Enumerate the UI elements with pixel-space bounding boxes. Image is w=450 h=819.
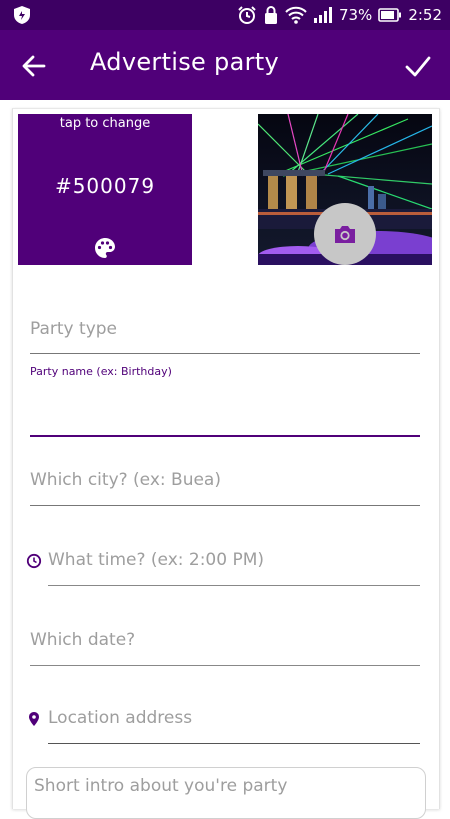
location-field[interactable]: Location address xyxy=(48,706,420,746)
date-placeholder: Which date? xyxy=(30,630,136,650)
date-underline xyxy=(30,665,420,666)
time-underline xyxy=(48,585,420,586)
clock-icon xyxy=(26,553,42,569)
shield-icon xyxy=(14,6,30,24)
location-underline xyxy=(48,743,420,744)
city-placeholder: Which city? (ex: Buea) xyxy=(30,470,221,490)
check-icon[interactable] xyxy=(404,52,432,80)
app-bar: Advertise party xyxy=(0,30,450,100)
status-bar: 73% 2:52 xyxy=(0,0,450,30)
battery-percent: 73% xyxy=(338,6,373,24)
back-arrow-icon[interactable] xyxy=(20,52,48,80)
date-field[interactable]: Which date? xyxy=(30,628,420,668)
location-pin-icon xyxy=(29,712,39,726)
time-field[interactable]: What time? (ex: 2:00 PM) xyxy=(48,548,420,588)
color-hint: tap to change xyxy=(59,116,151,131)
party-name-label: Party name (ex: Birthday) xyxy=(30,365,172,378)
party-type-underline xyxy=(30,353,420,354)
alarm-icon xyxy=(238,6,256,24)
change-photo-button[interactable] xyxy=(314,203,376,265)
status-icons: 73% 2:52 xyxy=(237,0,442,30)
city-field[interactable]: Which city? (ex: Buea) xyxy=(30,468,420,508)
location-placeholder: Location address xyxy=(48,708,193,728)
intro-placeholder: Short intro about you're party xyxy=(34,776,288,796)
camera-icon xyxy=(335,226,355,243)
party-type-placeholder: Party type xyxy=(30,319,118,339)
time-placeholder: What time? (ex: 2:00 PM) xyxy=(48,550,265,570)
palette-icon xyxy=(95,238,115,258)
color-picker-tile[interactable]: tap to change #500079 xyxy=(18,114,192,265)
party-name-underline xyxy=(30,435,420,437)
city-underline xyxy=(30,505,420,506)
wifi-icon xyxy=(285,6,307,24)
color-hex-value: #500079 xyxy=(54,174,156,198)
party-name-input[interactable] xyxy=(30,383,420,433)
party-type-field[interactable]: Party type xyxy=(30,316,420,356)
clock-time: 2:52 xyxy=(408,6,442,24)
signal-icon xyxy=(313,7,332,23)
intro-textarea[interactable]: Short intro about you're party xyxy=(26,767,426,819)
lock-icon xyxy=(264,6,277,24)
battery-icon xyxy=(378,8,402,22)
page-title: Advertise party xyxy=(90,48,279,76)
